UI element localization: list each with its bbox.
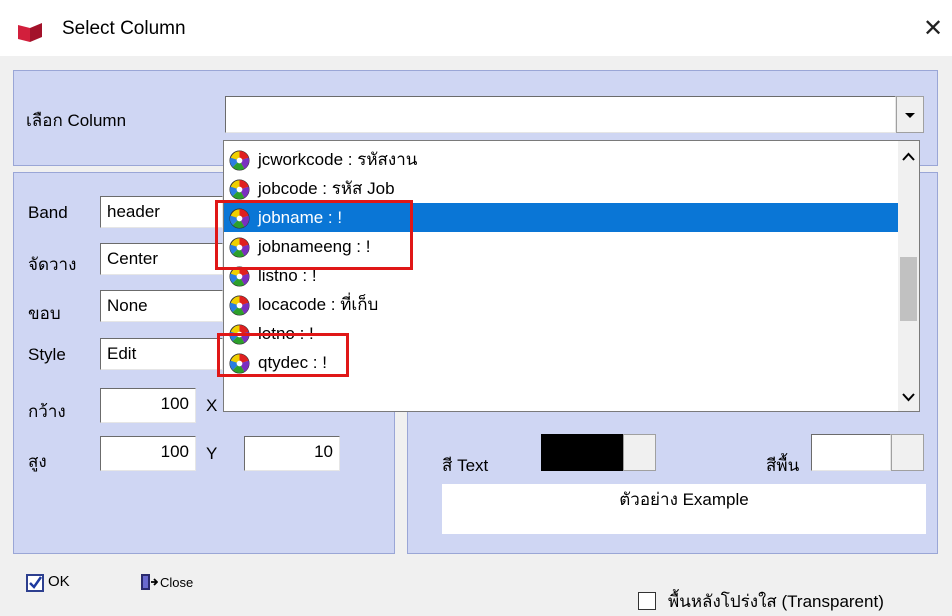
highlight-box-lotno bbox=[217, 333, 349, 377]
align-label: จัดวาง bbox=[28, 255, 77, 274]
dropdown-item-label: jobcode : รหัส Job bbox=[258, 179, 395, 198]
ok-check-icon bbox=[26, 574, 44, 592]
y-label: Y bbox=[206, 444, 218, 463]
preview-box: ตัวอย่าง Example bbox=[442, 484, 926, 534]
highlight-box-jobname bbox=[215, 200, 413, 270]
border-field[interactable]: None bbox=[100, 290, 223, 322]
text-color-button[interactable] bbox=[623, 434, 656, 471]
preview-text: ตัวอย่าง Example bbox=[619, 490, 749, 509]
app-book-icon bbox=[18, 23, 42, 42]
text-color-swatch[interactable] bbox=[541, 434, 623, 471]
color-wheel-icon bbox=[229, 179, 250, 200]
text-color-label: สี Text bbox=[442, 456, 489, 475]
dropdown-item[interactable]: jobcode : รหัส Job bbox=[224, 174, 898, 203]
border-label: ขอบ bbox=[28, 304, 61, 323]
height-field[interactable]: 100 bbox=[100, 436, 196, 471]
bg-color-swatch[interactable] bbox=[811, 434, 891, 471]
scrollbar-thumb[interactable] bbox=[900, 256, 917, 321]
x-label: X bbox=[206, 396, 218, 415]
dropdown-item[interactable]: jcworkcode : รหัสงาน bbox=[224, 145, 898, 174]
column-label: เลือก Column bbox=[26, 111, 127, 130]
color-wheel-icon bbox=[229, 150, 250, 171]
height-label: สูง bbox=[28, 452, 47, 471]
ok-label: OK bbox=[48, 573, 70, 590]
bg-color-button[interactable] bbox=[891, 434, 924, 471]
ok-button[interactable]: OK bbox=[26, 572, 116, 596]
dropdown-item-label: locacode : ที่เก็บ bbox=[258, 295, 379, 314]
dropdown-item-label: jcworkcode : รหัสงาน bbox=[258, 150, 418, 169]
color-wheel-icon bbox=[229, 295, 250, 316]
close-label: Close bbox=[160, 575, 194, 590]
align-field[interactable]: Center bbox=[100, 243, 223, 275]
window-title: Select Column bbox=[62, 18, 186, 39]
band-field[interactable]: header bbox=[100, 196, 223, 228]
scroll-down-icon[interactable] bbox=[898, 385, 919, 409]
close-button[interactable]: Close bbox=[138, 572, 238, 596]
band-label: Band bbox=[28, 203, 68, 222]
style-field[interactable]: Edit bbox=[100, 338, 223, 370]
close-icon[interactable]: ✕ bbox=[920, 16, 946, 42]
bg-color-label: สีพื้น bbox=[766, 456, 800, 475]
transparent-checkbox[interactable] bbox=[638, 592, 656, 610]
column-combo-input[interactable] bbox=[225, 96, 896, 133]
style-label: Style bbox=[28, 345, 66, 364]
exit-door-icon bbox=[141, 574, 158, 590]
width-label: กว้าง bbox=[28, 402, 66, 421]
scroll-up-icon[interactable] bbox=[898, 145, 919, 169]
chevron-down-icon bbox=[905, 113, 915, 118]
dropdown-scrollbar[interactable] bbox=[898, 141, 919, 411]
y-field[interactable]: 10 bbox=[244, 436, 340, 471]
dropdown-item[interactable]: locacode : ที่เก็บ bbox=[224, 290, 898, 319]
transparent-label: พื้นหลังโปร่งใส (Transparent) bbox=[668, 592, 884, 611]
combo-dropdown-button[interactable] bbox=[896, 96, 924, 133]
width-field[interactable]: 100 bbox=[100, 388, 196, 423]
